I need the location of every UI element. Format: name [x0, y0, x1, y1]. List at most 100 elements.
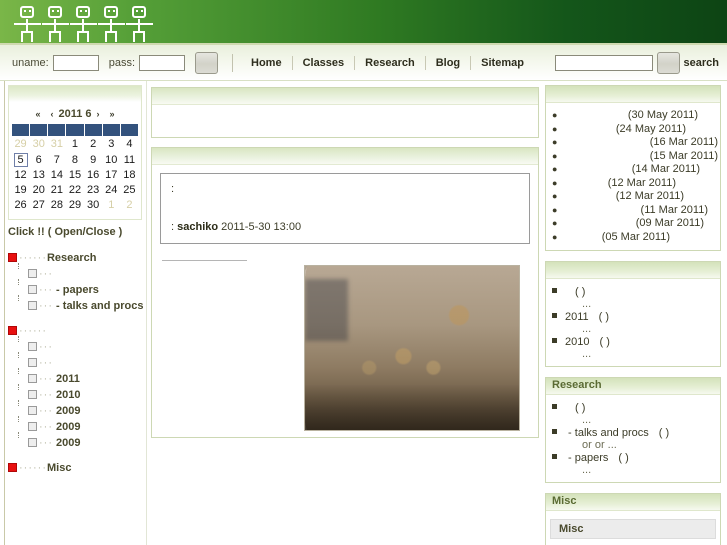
- archive-list-item[interactable]: 2011 ( )...: [552, 310, 718, 335]
- tree-parent-item[interactable]: ······: [8, 323, 144, 339]
- tree-item-label: 2009: [53, 436, 81, 449]
- calendar-day[interactable]: 19: [12, 183, 30, 198]
- password-input[interactable]: [139, 54, 185, 71]
- calendar-day[interactable]: 17: [102, 168, 120, 183]
- tree-leaf-icon[interactable]: [28, 373, 37, 383]
- tree-menu-title[interactable]: Click !! ( Open/Close ): [8, 226, 144, 238]
- tree-child-item[interactable]: ···: [8, 351, 144, 371]
- calendar-day[interactable]: 10: [102, 152, 120, 168]
- recent-post-item[interactable]: ● (16 Mar 2011): [552, 136, 718, 150]
- calendar-day[interactable]: 2: [84, 137, 102, 152]
- tree-child-item[interactable]: ··· 2009: [8, 431, 144, 451]
- username-input[interactable]: [52, 54, 99, 71]
- tree-node-expand-icon[interactable]: [8, 325, 17, 335]
- tree-leaf-icon[interactable]: [28, 357, 37, 367]
- tree-connector-dots: ···: [39, 356, 53, 369]
- tree-leaf-icon[interactable]: [28, 405, 37, 415]
- post-author[interactable]: sachiko: [177, 221, 218, 233]
- search-input[interactable]: [554, 54, 653, 71]
- nav-item-classes[interactable]: Classes: [291, 55, 355, 70]
- calendar-day[interactable]: 28: [48, 198, 66, 213]
- calendar-day[interactable]: 6: [30, 152, 48, 168]
- nav-item-blog[interactable]: Blog: [424, 55, 470, 70]
- nav-item-sitemap[interactable]: Sitemap: [470, 55, 534, 70]
- calendar-day[interactable]: 25: [120, 183, 138, 198]
- calendar-day[interactable]: 22: [66, 183, 84, 198]
- tree-leaf-icon[interactable]: [28, 421, 37, 431]
- calendar-day[interactable]: 23: [84, 183, 102, 198]
- tree-child-item[interactable]: ··· - talks and procs: [8, 294, 144, 314]
- recent-post-date: (24 May 2011): [615, 122, 686, 135]
- tree-node-expand-icon[interactable]: [8, 252, 17, 262]
- calendar-day[interactable]: 4: [120, 137, 138, 152]
- tree-leaf-icon[interactable]: [28, 341, 37, 351]
- calendar-day[interactable]: 14: [48, 168, 66, 183]
- calendar-day[interactable]: 8: [66, 152, 84, 168]
- calendar-day-selected[interactable]: 5: [12, 152, 30, 168]
- calendar-next-month-button[interactable]: ›: [92, 109, 105, 119]
- recent-post-item[interactable]: ● (12 Mar 2011): [552, 177, 718, 191]
- tree-leaf-icon[interactable]: [28, 389, 37, 399]
- calendar-day[interactable]: 24: [102, 183, 120, 198]
- tree-child-item[interactable]: ··· 2010: [8, 383, 144, 403]
- calendar-prev-year-button[interactable]: «: [30, 109, 45, 119]
- recent-post-item[interactable]: ● (24 May 2011): [552, 123, 718, 137]
- research-list-item[interactable]: - talks and procs ( ) or or ...: [552, 426, 718, 451]
- tree-leaf-icon[interactable]: [28, 268, 37, 278]
- calendar-day[interactable]: 1: [66, 137, 84, 152]
- research-panel: Research ( )... - talks and procs( ) or o…: [545, 377, 721, 483]
- login-submit-button[interactable]: [195, 51, 218, 74]
- calendar-day[interactable]: 29: [66, 198, 84, 213]
- calendar-day[interactable]: 16: [84, 168, 102, 183]
- calendar-day[interactable]: 26: [12, 198, 30, 213]
- archive-list-item[interactable]: 2010 ( )...: [552, 335, 718, 360]
- archive-list-item[interactable]: ( )...: [552, 285, 718, 310]
- recent-post-item[interactable]: ● (15 Mar 2011): [552, 150, 718, 164]
- recent-post-item[interactable]: ● (12 Mar 2011): [552, 190, 718, 204]
- post-entry: : : sachiko 2011-5-30 13:00: [160, 173, 530, 244]
- calendar-day[interactable]: 9: [84, 152, 102, 168]
- calendar-day[interactable]: 7: [48, 152, 66, 168]
- search-submit-button[interactable]: [656, 51, 680, 74]
- calendar-next-year-button[interactable]: »: [105, 109, 120, 119]
- recent-post-item[interactable]: ● (11 Mar 2011): [552, 204, 718, 218]
- calendar-day[interactable]: 11: [120, 152, 138, 168]
- tree-leaf-icon[interactable]: [28, 437, 37, 447]
- bullet-icon: ●: [552, 218, 558, 228]
- calendar-day[interactable]: 30: [84, 198, 102, 213]
- calendar-day[interactable]: 18: [120, 168, 138, 183]
- tree-child-item[interactable]: ···: [8, 335, 144, 355]
- calendar-day[interactable]: 21: [48, 183, 66, 198]
- calendar-day[interactable]: 12: [12, 168, 30, 183]
- nav-item-research[interactable]: Research: [354, 55, 425, 70]
- calendar-day[interactable]: 15: [66, 168, 84, 183]
- tree-leaf-icon[interactable]: [28, 300, 37, 310]
- recent-post-item[interactable]: ● (14 Mar 2011): [552, 163, 718, 177]
- calendar-prev-month-button[interactable]: ‹: [45, 109, 58, 119]
- tree-item-label: - talks and procs: [53, 299, 144, 312]
- tree-child-item[interactable]: ··· - papers: [8, 278, 144, 298]
- tree-connector-dots: ······: [19, 324, 47, 337]
- tree-child-item[interactable]: ···: [8, 262, 144, 282]
- tree-child-item[interactable]: ··· 2011: [8, 367, 144, 387]
- tree-child-item[interactable]: ··· 2009: [8, 415, 144, 435]
- recent-post-item[interactable]: ● (05 Mar 2011): [552, 231, 718, 245]
- tree-item-label: 2011: [53, 372, 80, 385]
- research-list-item[interactable]: - papers ( )...: [552, 451, 718, 476]
- research-list-item[interactable]: ( )...: [552, 401, 718, 426]
- tree-parent-item[interactable]: ······Research: [8, 250, 144, 266]
- nav-item-home[interactable]: Home: [241, 56, 292, 70]
- list-item-subtext: ...: [582, 348, 592, 360]
- tree-parent-item[interactable]: ······Misc: [8, 460, 144, 476]
- tree-leaf-icon[interactable]: [28, 284, 37, 294]
- calendar-day[interactable]: 27: [30, 198, 48, 213]
- recent-posts-list: ● (30 May 2011) ● (24 May 2011) ● (16 Mar 201…: [548, 107, 718, 246]
- recent-post-item[interactable]: ● (09 Mar 2011): [552, 217, 718, 231]
- tree-child-item[interactable]: ··· 2009: [8, 399, 144, 419]
- tree-node-expand-icon[interactable]: [8, 462, 17, 472]
- recent-post-item[interactable]: ● (30 May 2011): [552, 109, 718, 123]
- list-item-count: ( ): [575, 402, 586, 414]
- calendar-day[interactable]: 20: [30, 183, 48, 198]
- calendar-day[interactable]: 3: [102, 137, 120, 152]
- calendar-day[interactable]: 13: [30, 168, 48, 183]
